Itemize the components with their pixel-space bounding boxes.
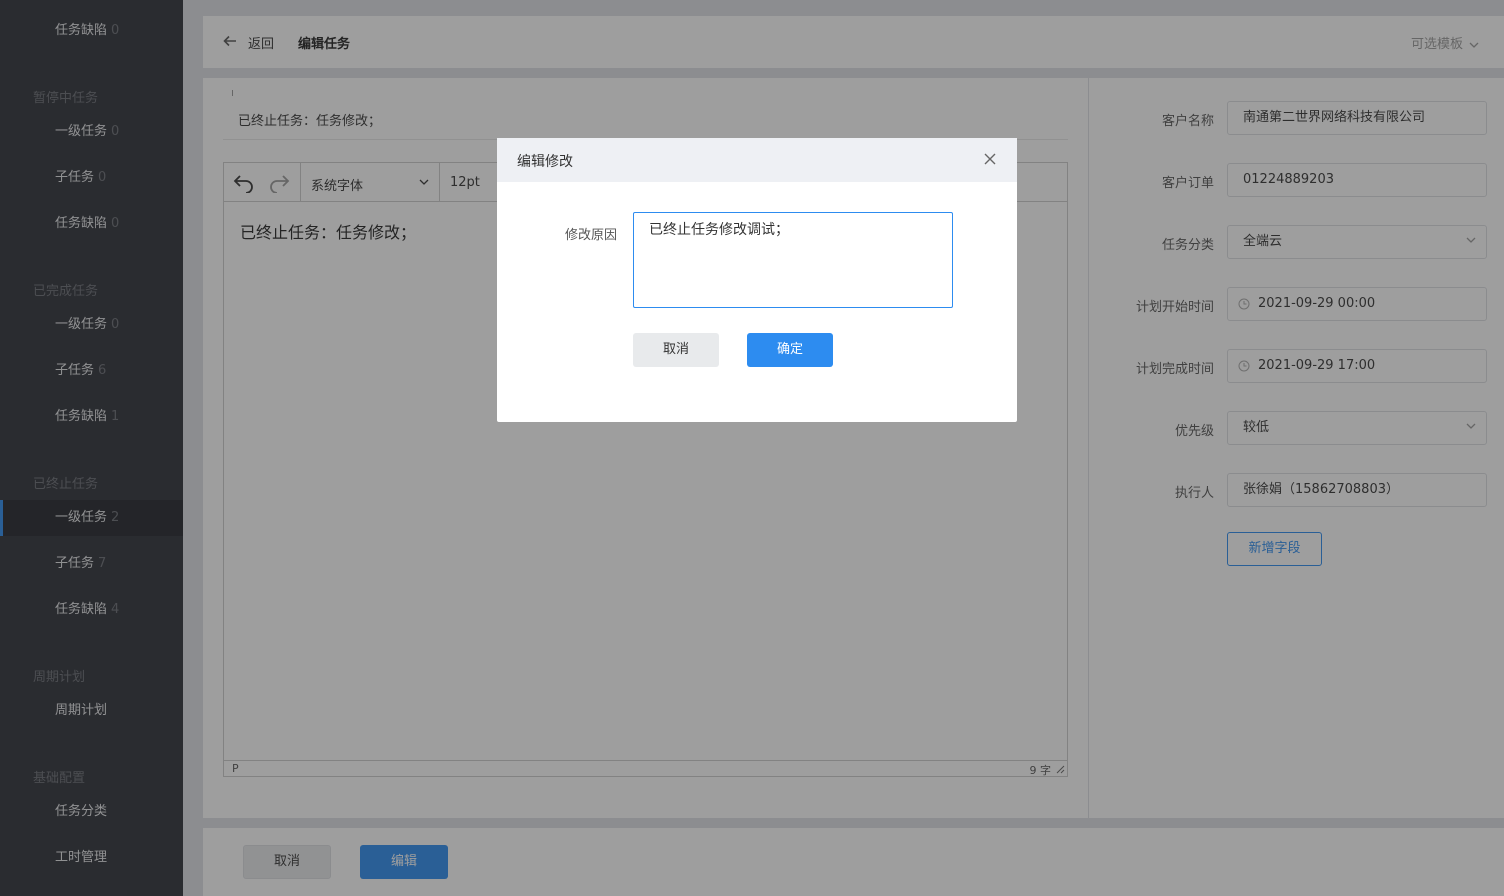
edit-reason-modal: 编辑修改 修改原因 已终止任务修改调试； 取消 确定 xyxy=(497,138,1017,422)
reason-label: 修改原因 xyxy=(565,228,618,243)
close-icon[interactable] xyxy=(983,152,997,166)
modal-title: 编辑修改 xyxy=(517,154,573,170)
modal-header: 编辑修改 xyxy=(497,138,1017,182)
modal-overlay[interactable] xyxy=(0,0,1504,896)
reason-textarea[interactable]: 已终止任务修改调试； xyxy=(633,212,953,308)
modal-cancel-button[interactable]: 取消 xyxy=(633,333,719,367)
modal-confirm-button[interactable]: 确定 xyxy=(747,333,833,367)
